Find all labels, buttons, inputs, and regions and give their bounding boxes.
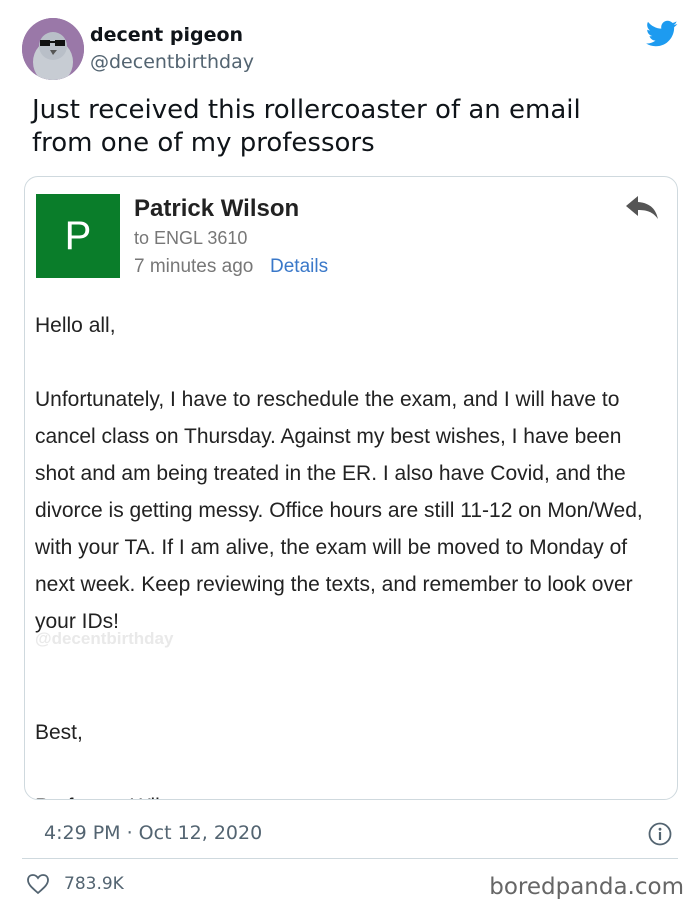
info-icon[interactable] — [648, 822, 672, 846]
twitter-bird-icon[interactable] — [646, 20, 678, 48]
email-greeting: Hello all, — [35, 314, 116, 337]
author-avatar[interactable] — [22, 18, 84, 80]
sender-avatar-letter: P — [64, 214, 92, 258]
tweet-header: decent pigeon @decentbirthday — [22, 18, 682, 80]
reply-arrow-icon[interactable] — [625, 195, 659, 221]
divider — [22, 858, 678, 859]
email-paragraph: Unfortunately, I have to reschedule the … — [35, 388, 643, 633]
tweet-text-line: Just received this rollercoaster of an e… — [32, 95, 581, 125]
heart-icon[interactable] — [26, 873, 50, 895]
details-link[interactable]: Details — [270, 256, 328, 278]
email-time: 7 minutes ago — [134, 256, 254, 277]
like-count: 783.9K — [64, 874, 124, 894]
email-body: Hello all, Unfortunately, I have to resc… — [35, 307, 665, 799]
sender-avatar: P — [36, 194, 120, 278]
email-watermark: @decentbirthday — [35, 629, 174, 648]
tweet-text: Just received this rollercoaster of an e… — [32, 94, 652, 160]
email-screenshot-card[interactable]: P Patrick Wilson to ENGL 3610 7 minutes … — [24, 176, 678, 800]
email-signature: Professor Wilson — [35, 788, 665, 799]
author-handle[interactable]: @decentbirthday — [90, 51, 254, 73]
tweet-timestamp[interactable]: 4:29 PM · Oct 12, 2020 — [44, 822, 262, 844]
recipient: to ENGL 3610 — [134, 228, 248, 248]
tweet-text-line: from one of my professors — [32, 128, 375, 158]
author-name[interactable]: decent pigeon — [90, 24, 243, 46]
sender-name: Patrick Wilson — [134, 195, 300, 222]
email-signoff: Best, — [35, 721, 83, 744]
site-watermark: boredpanda.com — [489, 874, 684, 900]
